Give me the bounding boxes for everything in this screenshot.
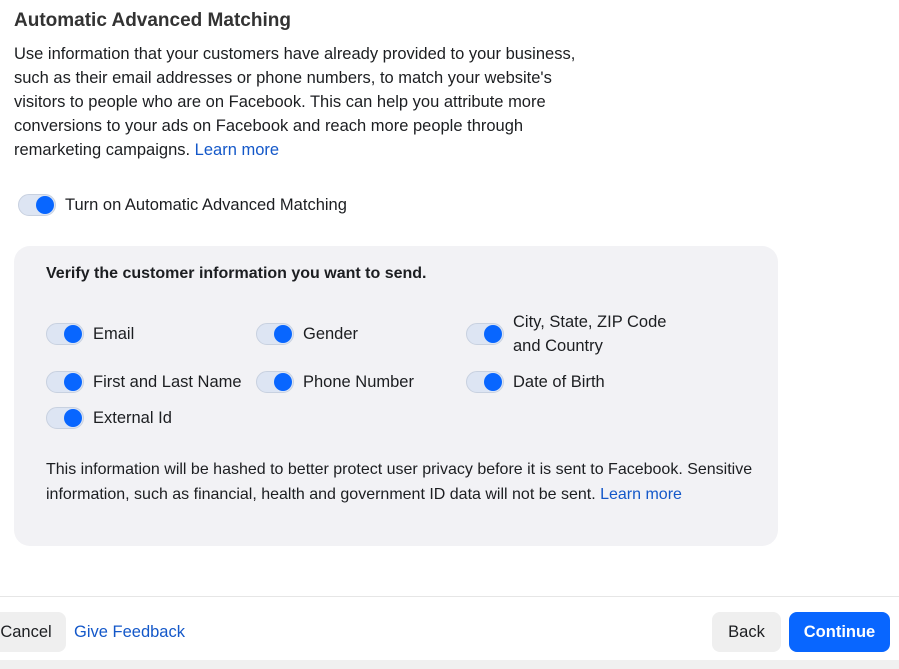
back-button[interactable]: Back bbox=[712, 612, 781, 652]
toggle-knob bbox=[64, 373, 82, 391]
learn-more-link[interactable]: Learn more bbox=[195, 141, 279, 159]
gender-toggle[interactable] bbox=[256, 323, 294, 345]
option-dob: Date of Birth bbox=[466, 370, 605, 394]
customer-info-panel: Verify the customer information you want… bbox=[14, 246, 778, 546]
privacy-notice: This information will be hashed to bette… bbox=[46, 458, 766, 507]
name-toggle[interactable] bbox=[46, 371, 84, 393]
option-label: Gender bbox=[303, 325, 359, 343]
option-external-id: External Id bbox=[46, 406, 172, 430]
footer-divider bbox=[0, 596, 899, 597]
toggle-knob bbox=[64, 325, 82, 343]
option-label: City, State, ZIP Code and Country bbox=[513, 313, 667, 355]
option-email: Email bbox=[46, 322, 134, 346]
location-toggle[interactable] bbox=[466, 323, 504, 345]
give-feedback-button[interactable]: Give Feedback bbox=[74, 612, 185, 652]
option-label: Email bbox=[93, 325, 135, 343]
section-description: Use information that your customers have… bbox=[14, 42, 604, 162]
toggle-knob bbox=[64, 409, 82, 427]
email-toggle[interactable] bbox=[46, 323, 84, 345]
cancel-button[interactable]: Cancel bbox=[0, 612, 66, 652]
option-location: City, State, ZIP Code and Country bbox=[466, 310, 686, 358]
option-name: First and Last Name bbox=[46, 370, 242, 394]
option-phone: Phone Number bbox=[256, 370, 414, 394]
toggle-knob bbox=[484, 325, 502, 343]
toggle-knob bbox=[274, 325, 292, 343]
phone-toggle[interactable] bbox=[256, 371, 294, 393]
main-toggle-row: Turn on Automatic Advanced Matching bbox=[18, 194, 347, 216]
dob-toggle[interactable] bbox=[466, 371, 504, 393]
automatic-advanced-matching-toggle[interactable] bbox=[18, 194, 56, 216]
option-label: First and Last Name bbox=[93, 373, 242, 391]
panel-heading: Verify the customer information you want… bbox=[46, 265, 427, 282]
option-label: Date of Birth bbox=[513, 373, 605, 391]
option-label: Phone Number bbox=[303, 373, 414, 391]
continue-button[interactable]: Continue bbox=[789, 612, 890, 652]
bottom-strip bbox=[0, 660, 899, 669]
description-text: Use information that your customers have… bbox=[14, 45, 576, 159]
external-id-toggle[interactable] bbox=[46, 407, 84, 429]
toggle-knob bbox=[274, 373, 292, 391]
option-label: External Id bbox=[93, 409, 172, 427]
privacy-learn-more-link[interactable]: Learn more bbox=[600, 486, 682, 503]
toggle-knob bbox=[36, 196, 54, 214]
main-toggle-label: Turn on Automatic Advanced Matching bbox=[65, 195, 347, 214]
toggle-knob bbox=[484, 373, 502, 391]
section-title: Automatic Advanced Matching bbox=[14, 10, 291, 31]
option-gender: Gender bbox=[256, 322, 358, 346]
